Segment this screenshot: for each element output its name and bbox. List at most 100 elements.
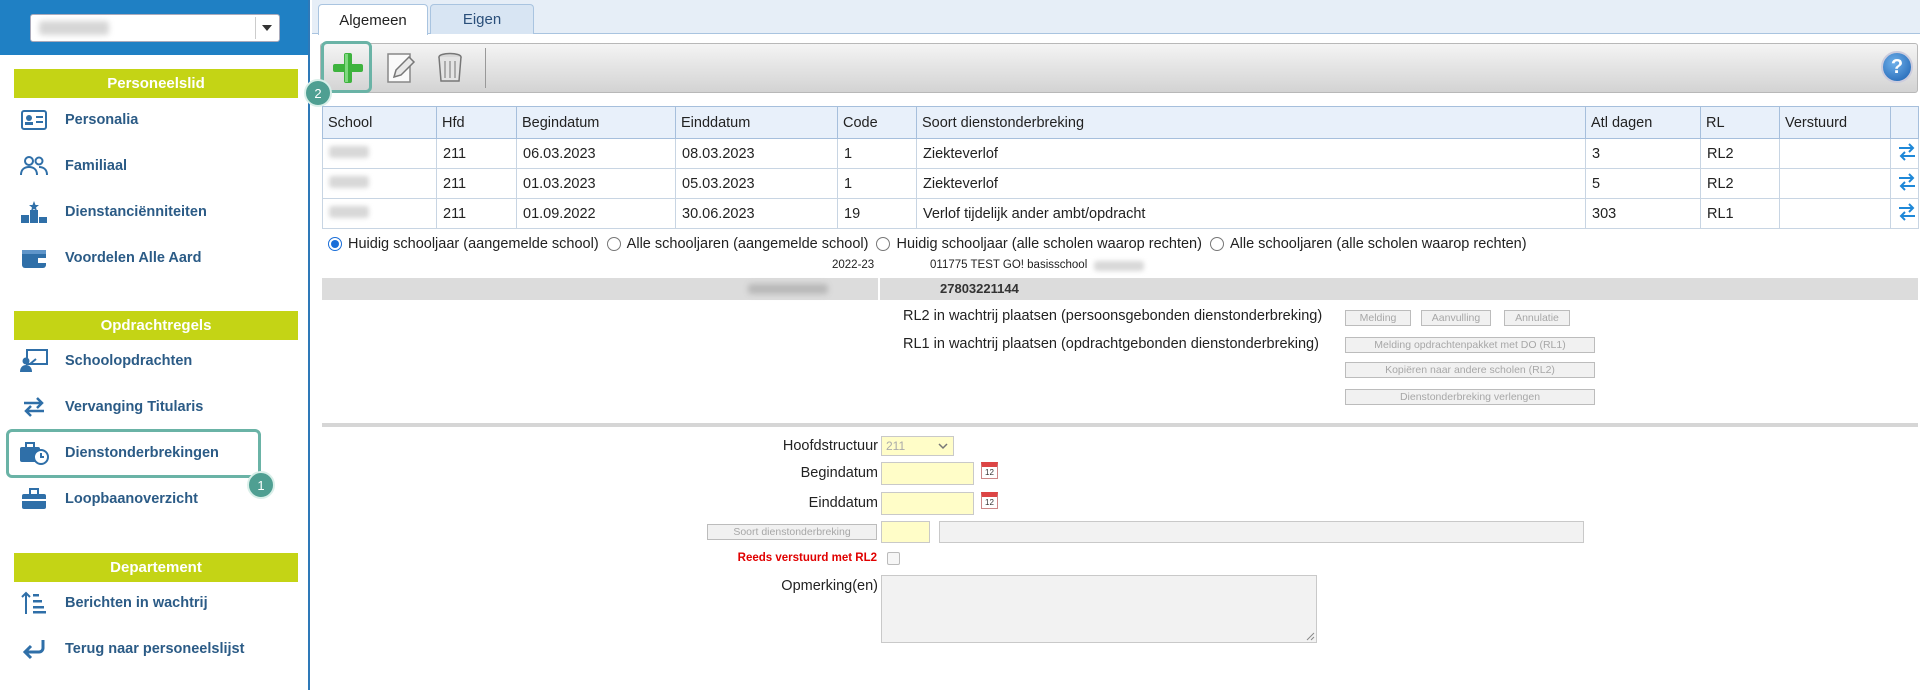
sidebar-item-label: Terug naar personeelslijst xyxy=(65,641,245,657)
sidebar-item-label: Dienstanciënniteiten xyxy=(65,204,207,220)
sidebar-item-personalia[interactable]: Personalia xyxy=(14,102,298,138)
column-header-atl-dagen[interactable]: Atl dagen xyxy=(1585,106,1701,139)
table-row[interactable]: 211 06.03.2023 08.03.2023 1 Ziekteverlof… xyxy=(322,138,1919,169)
aanvulling-button[interactable]: Aanvulling xyxy=(1421,310,1491,326)
begindatum-input[interactable] xyxy=(881,462,974,485)
section-opdrachtregels: Opdrachtregels xyxy=(14,311,298,340)
begindatum-label: Begindatum xyxy=(800,465,878,481)
table-row[interactable]: 211 01.03.2023 05.03.2023 1 Ziekteverlof… xyxy=(322,168,1919,199)
table-row[interactable]: 211 01.09.2022 30.06.2023 19 Verlof tijd… xyxy=(322,198,1919,229)
sidebar-item-familiaal[interactable]: Familiaal xyxy=(14,148,298,184)
cell-action[interactable] xyxy=(1890,198,1919,229)
filter-label: Alle schooljaren (aangemelde school) xyxy=(626,236,869,252)
sidebar-item-vervanging[interactable]: Vervanging Titularis xyxy=(14,389,298,425)
tab-eigen[interactable]: Eigen xyxy=(430,4,534,34)
chevron-down-icon[interactable] xyxy=(255,17,277,39)
toolbar-separator xyxy=(485,48,486,88)
column-header-begindatum[interactable]: Begindatum xyxy=(516,106,676,139)
sidebar-item-label: Schoolopdrachten xyxy=(65,353,193,369)
filter-option[interactable]: Huidig schooljaar (alle scholen waarop r… xyxy=(876,236,1202,252)
cell-rl: RL1 xyxy=(1700,198,1780,229)
sidebar-item-dienstancienniteiten[interactable]: Dienstanciënniteiten xyxy=(14,194,298,230)
filter-label: Huidig schooljaar (aangemelde school) xyxy=(348,236,599,252)
column-header-soort[interactable]: Soort dienstonderbreking xyxy=(916,106,1586,139)
help-button[interactable]: ? xyxy=(1881,51,1913,83)
cell-code: 1 xyxy=(837,168,917,199)
reeds-verstuurd-checkbox[interactable] xyxy=(887,552,900,565)
column-header-hfd[interactable]: Hfd xyxy=(436,106,517,139)
swap-arrows-icon[interactable] xyxy=(1897,142,1917,161)
cell-hfd: 211 xyxy=(436,168,517,199)
radio-button[interactable] xyxy=(1209,237,1224,251)
column-header-einddatum[interactable]: Einddatum xyxy=(675,106,838,139)
cell-begindatum: 01.03.2023 xyxy=(516,168,676,199)
cell-atl-dagen: 3 xyxy=(1585,138,1701,169)
radio-button[interactable] xyxy=(876,237,891,251)
cell-begindatum: 01.09.2022 xyxy=(516,198,676,229)
verlengen-button[interactable]: Dienstonderbreking verlengen xyxy=(1345,389,1595,405)
blurred-staff-name xyxy=(39,21,109,35)
column-header-school[interactable]: School xyxy=(322,106,437,139)
soort-description-field xyxy=(939,521,1584,543)
cell-hfd: 211 xyxy=(436,138,517,169)
schooljaar-value: 2022-23 xyxy=(832,259,875,271)
schooljaar-filter-group: Huidig schooljaar (aangemelde school) Al… xyxy=(328,233,1535,255)
sidebar-item-label: Berichten in wachtrij xyxy=(65,595,208,611)
einddatum-input[interactable] xyxy=(881,492,974,515)
melding-opdrachtenpakket-button[interactable]: Melding opdrachtenpakket met DO (RL1) xyxy=(1345,337,1595,353)
sidebar-item-terug[interactable]: Terug naar personeelslijst xyxy=(14,631,298,667)
cell-code: 1 xyxy=(837,138,917,169)
sidebar-item-berichten[interactable]: Berichten in wachtrij xyxy=(14,585,298,621)
column-header-verstuurd[interactable]: Verstuurd xyxy=(1779,106,1891,139)
staff-number: 27803221144 xyxy=(940,281,1019,296)
melding-button[interactable]: Melding xyxy=(1345,310,1411,326)
annotation-badge-1: 1 xyxy=(247,471,275,499)
context-info-row: 2022-23 011775 TEST GO! basisschool xyxy=(312,258,1920,274)
soort-dienstonderbreking-button[interactable]: Soort dienstonderbreking xyxy=(707,524,877,540)
main-content: Algemeen Eigen ? 2 School Hfd Begindatum… xyxy=(304,0,1920,690)
cell-atl-dagen: 303 xyxy=(1585,198,1701,229)
cell-begindatum: 06.03.2023 xyxy=(516,138,676,169)
resize-handle-icon[interactable] xyxy=(1306,632,1315,641)
id-card-icon xyxy=(19,107,49,133)
sidebar-item-schoolopdrachten[interactable]: Schoolopdrachten xyxy=(14,343,298,379)
radio-button[interactable] xyxy=(606,237,621,251)
briefcase-icon xyxy=(19,486,49,512)
cell-atl-dagen: 5 xyxy=(1585,168,1701,199)
sidebar-item-voordelen[interactable]: Voordelen Alle Aard xyxy=(14,240,298,276)
swap-arrows-icon[interactable] xyxy=(1897,202,1917,221)
cell-action[interactable] xyxy=(1890,168,1919,199)
sidebar-item-label: Voordelen Alle Aard xyxy=(65,250,202,266)
radio-button[interactable] xyxy=(328,237,342,251)
column-header-action xyxy=(1890,106,1919,139)
filter-option[interactable]: Huidig schooljaar (aangemelde school) xyxy=(328,236,599,252)
tab-algemeen[interactable]: Algemeen xyxy=(318,4,428,35)
kopieren-button[interactable]: Kopiëren naar andere scholen (RL2) xyxy=(1345,362,1595,378)
section-divider xyxy=(322,423,1918,427)
filter-option[interactable]: Alle schooljaren (aangemelde school) xyxy=(606,236,869,252)
cell-action[interactable] xyxy=(1890,138,1919,169)
school-value: 011775 TEST GO! basisschool xyxy=(930,259,1088,271)
filter-option[interactable]: Alle schooljaren (alle scholen waarop re… xyxy=(1209,236,1527,252)
podium-icon xyxy=(19,199,49,225)
sidebar-item-label: Personalia xyxy=(65,112,139,128)
annulatie-button[interactable]: Annulatie xyxy=(1504,310,1570,326)
chevron-down-icon xyxy=(938,443,948,450)
column-header-code[interactable]: Code xyxy=(837,106,917,139)
einddatum-label: Einddatum xyxy=(808,495,878,511)
cell-school xyxy=(322,198,437,229)
cell-rl: RL2 xyxy=(1700,138,1780,169)
edit-button[interactable] xyxy=(379,47,421,89)
bar-divider xyxy=(878,278,880,300)
hoofdstructuur-select[interactable]: 211 xyxy=(881,436,954,456)
blurred-staff-name xyxy=(748,284,828,294)
column-header-rl[interactable]: RL xyxy=(1700,106,1780,139)
staff-member-select[interactable] xyxy=(30,14,280,42)
opmerkingen-textarea[interactable] xyxy=(881,575,1317,643)
calendar-icon[interactable]: 12 xyxy=(981,462,998,479)
calendar-icon[interactable]: 12 xyxy=(981,492,998,509)
swap-arrows-icon[interactable] xyxy=(1897,172,1917,191)
staff-info-bar: 27803221144 xyxy=(322,278,1918,300)
soort-code-input[interactable] xyxy=(881,521,930,543)
delete-button[interactable] xyxy=(429,47,471,89)
